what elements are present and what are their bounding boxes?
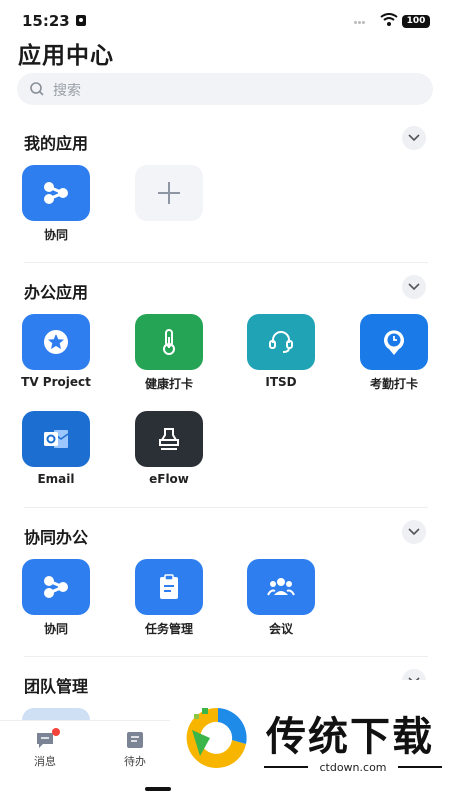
- collapse-collab-office-button[interactable]: [402, 520, 426, 544]
- app-label: 会议: [268, 622, 293, 636]
- watermark-domain: ctdown.com: [308, 761, 398, 774]
- wifi-icon: [380, 13, 398, 26]
- star-badge-icon: [44, 330, 68, 354]
- section-title-office-apps: 办公应用: [24, 283, 89, 302]
- thermometer-icon: [163, 329, 175, 355]
- app-label: 协同: [43, 622, 68, 636]
- divider: [24, 262, 428, 263]
- app-tile: [135, 559, 203, 615]
- signal-icon: [354, 21, 365, 25]
- app-tile: [22, 314, 90, 370]
- home-indicator: [145, 787, 171, 791]
- collapse-office-apps-button[interactable]: [402, 275, 426, 299]
- divider: [24, 656, 428, 657]
- clock-pin-icon: [384, 330, 404, 355]
- app-tile: [247, 559, 315, 615]
- app-label: ITSD: [265, 375, 297, 389]
- tab-label: 待办: [124, 755, 146, 768]
- unread-badge: [52, 728, 60, 736]
- page-title: 应用中心: [18, 43, 114, 69]
- clipboard-icon: [160, 574, 178, 599]
- search-input[interactable]: 搜索: [17, 73, 433, 105]
- app-label: 任务管理: [144, 622, 193, 636]
- outlook-icon: [44, 430, 69, 448]
- chevron-down-icon: [408, 528, 420, 536]
- ctdown-logo-icon: [186, 707, 247, 768]
- app-label: Email: [37, 472, 75, 486]
- app-tile: [135, 314, 203, 370]
- status-time: 15:23: [22, 12, 70, 30]
- search-icon: [30, 82, 44, 96]
- tab-label: 消息: [34, 755, 56, 768]
- chevron-down-icon: [408, 283, 420, 291]
- headset-icon: [269, 331, 293, 353]
- plus-icon: [158, 182, 180, 204]
- battery-indicator: 100: [402, 15, 430, 28]
- app-tile: [22, 411, 90, 467]
- app-label: TV Project: [21, 375, 91, 389]
- meeting-icon: [267, 578, 295, 596]
- app-tile: [22, 559, 90, 615]
- app-label: 健康打卡: [144, 377, 193, 391]
- section-title-collab-office: 协同办公: [24, 528, 89, 547]
- section-title-team-mgmt: 团队管理: [24, 677, 89, 696]
- app-tile: [247, 314, 315, 370]
- collab-icon: [44, 182, 68, 204]
- lock-icon: [76, 15, 86, 26]
- app-tile: [360, 314, 428, 370]
- watermark-title: 传统下载: [266, 714, 434, 760]
- status-bar: 15:23 100: [0, 0, 450, 38]
- search-placeholder: 搜索: [53, 83, 81, 99]
- divider: [24, 507, 428, 508]
- app-tile: [135, 165, 203, 221]
- app-label: 协同: [43, 228, 68, 242]
- todo-icon: [127, 732, 143, 748]
- chevron-down-icon: [408, 134, 420, 142]
- stamp-icon: [159, 428, 179, 450]
- collab-icon: [44, 576, 68, 598]
- watermark: 传统下载 ctdown.com: [170, 680, 450, 790]
- collapse-my-apps-button[interactable]: [402, 126, 426, 150]
- section-title-my-apps: 我的应用: [24, 134, 89, 153]
- app-label: eFlow: [149, 472, 189, 486]
- app-tile: [22, 165, 90, 221]
- app-label: 考勤打卡: [369, 377, 418, 391]
- app-tile: [135, 411, 203, 467]
